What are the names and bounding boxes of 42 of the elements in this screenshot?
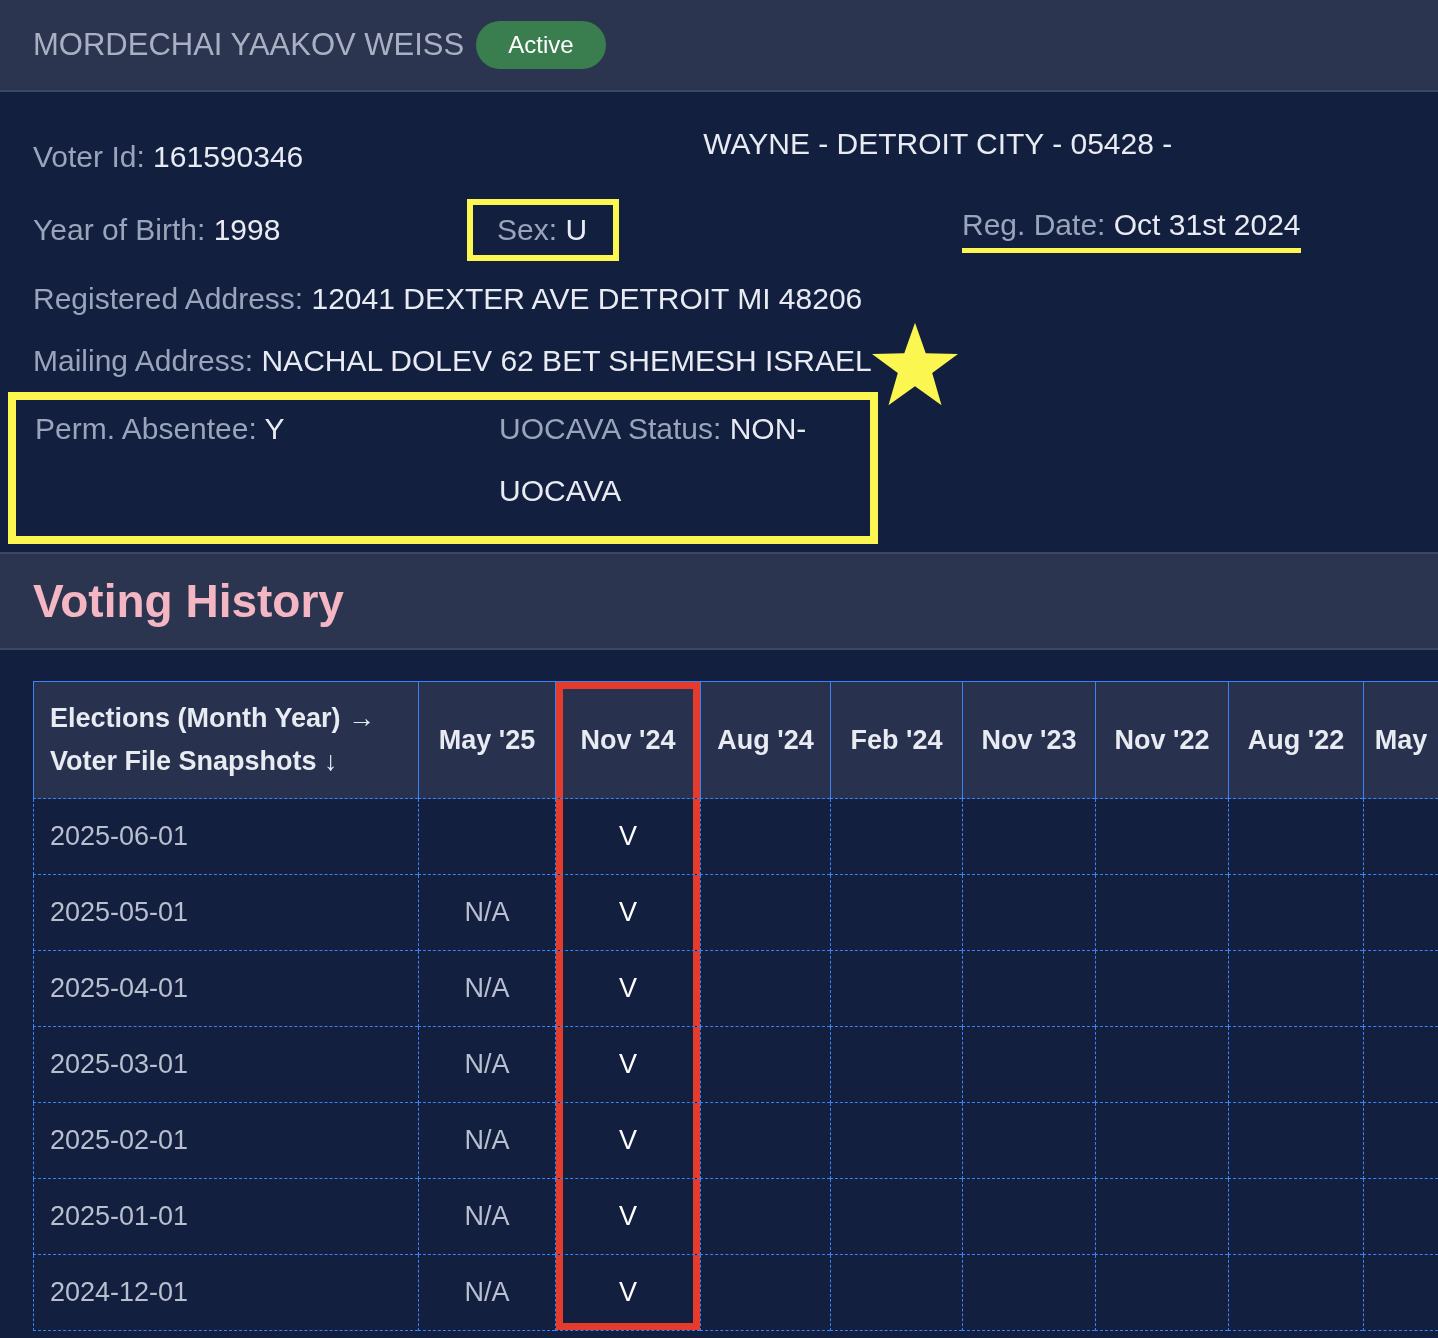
table-cell: 2025-03-01 [33,1027,418,1103]
year-of-birth: Year of Birth: 1998 [33,213,282,247]
table-header-cell: May '25 [418,681,555,799]
section-title: Voting History [33,574,344,628]
table-cell: N/A [418,1027,555,1103]
table-cell: V [555,1255,700,1331]
table-cell: N/A [418,875,555,951]
table-header-cell: Nov '23 [962,681,1095,799]
table-header-cell: Feb '24 [830,681,962,799]
table-cell: N/A [418,1179,555,1255]
table-cell: 2025-05-01 [33,875,418,951]
table-cell: V [555,951,700,1027]
voter-id: Voter Id: 161590346 [33,140,304,174]
table-cell: 2025-01-01 [33,1179,418,1255]
registered-address: Registered Address: 12041 DEXTER AVE DETROIT MI 48206 [33,282,863,316]
table-header-cell: Nov '24 [555,681,700,799]
absentee-field: Perm. Absentee: Y [35,398,499,536]
table-cell: N/A [418,1255,555,1331]
absentee-field: UOCAVA Status: NON-UOCAVA [499,398,859,536]
location-text: WAYNE - DETROIT CITY - 05428 - [703,127,1173,161]
table-cell: V [555,1027,700,1103]
table-header-cell: Nov '22 [1095,681,1228,799]
mailing-address: Mailing Address: NACHAL DOLEV 62 BET SHEMESH ISRAEL [33,344,872,378]
table-header-cell: Aug '24 [700,681,830,799]
table-cell: V [555,799,700,875]
table-cell: 2025-04-01 [33,951,418,1027]
table-header-cell: May [1363,681,1438,799]
table-cell: V [555,875,700,951]
sex-field: Sex: U [467,199,619,261]
table-cell: 2024-12-01 [33,1255,418,1331]
table-header-cell: Aug '22 [1228,681,1363,799]
status-badge: Active [476,21,606,69]
table-cell: N/A [418,1103,555,1179]
voter-name: MORDECHAI YAAKOV WEISS [33,27,465,63]
table-cell: V [555,1103,700,1179]
header-label: Voter File Snapshots ↓ [50,745,338,778]
table-cell: N/A [418,951,555,1027]
table-cell: V [555,1179,700,1255]
table-cell: 2025-06-01 [33,799,418,875]
table-cell: 2025-02-01 [33,1103,418,1179]
registration-date: Reg. Date: Oct 31st 2024 [962,207,1301,253]
header-label: Elections (Month Year) → [50,702,376,735]
